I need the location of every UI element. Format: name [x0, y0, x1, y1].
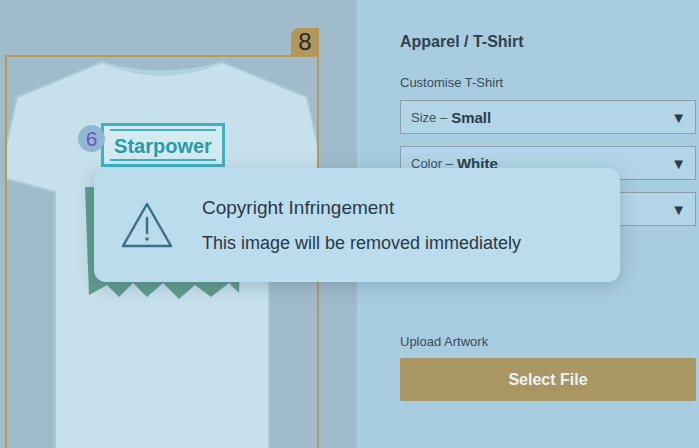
- dropdown-value: Small: [451, 109, 491, 126]
- option-dropdown[interactable]: Size – Small ▼: [400, 100, 696, 134]
- upload-label: Upload Artwork: [400, 334, 699, 349]
- alert-text: Copyright Infringement This image will be…: [202, 197, 521, 254]
- chevron-down-icon[interactable]: ▼: [671, 155, 686, 172]
- frame-badge[interactable]: 8: [291, 28, 319, 56]
- dropdown-label: Size –: [411, 110, 447, 125]
- alert-message: This image will be removed immediately: [202, 233, 521, 254]
- warning-icon: [120, 201, 174, 249]
- layer-badge[interactable]: 6: [78, 125, 105, 152]
- section-label: Customise T-Shirt: [400, 75, 699, 90]
- select-file-button[interactable]: Select File: [400, 358, 696, 401]
- chevron-down-icon[interactable]: ▼: [671, 109, 686, 126]
- print-label: Starpower: [101, 123, 225, 167]
- print-text: Starpower: [114, 135, 212, 158]
- breadcrumb: Apparel / T-Shirt: [400, 33, 699, 51]
- copyright-alert: Copyright Infringement This image will be…: [94, 168, 620, 282]
- chevron-down-icon[interactable]: ▼: [671, 201, 686, 218]
- alert-title: Copyright Infringement: [202, 197, 521, 219]
